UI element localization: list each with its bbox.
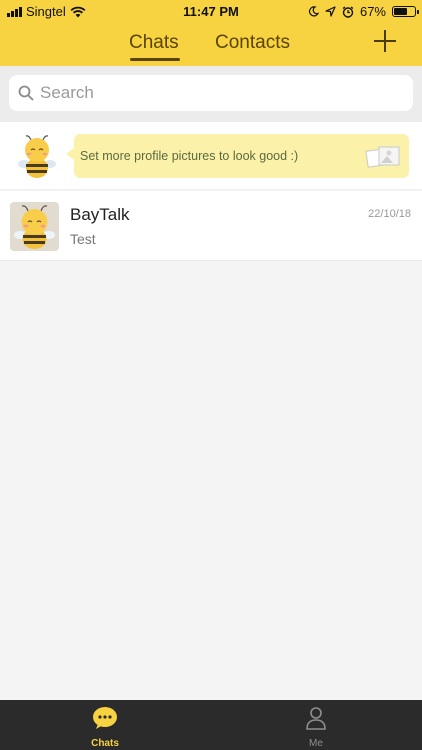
nav-chats-label: Chats — [91, 738, 119, 749]
battery-icon — [392, 6, 419, 17]
photos-icon — [365, 146, 400, 168]
chat-last-message: Test — [70, 231, 96, 247]
status-bar: Singtel 11:47 PM 67% — [0, 0, 422, 22]
profile-tip-row[interactable]: Set more profile pictures to look good :… — [0, 122, 422, 190]
alarm-icon — [342, 5, 354, 18]
location-arrow-icon — [325, 6, 336, 17]
search-icon — [18, 85, 34, 101]
plus-icon[interactable] — [374, 30, 396, 52]
bottom-nav: Chats Me — [0, 700, 422, 750]
search-area — [0, 66, 422, 122]
profile-tip-text: Set more profile pictures to look good :… — [80, 149, 299, 163]
tab-chats[interactable]: Chats — [129, 32, 179, 54]
search-bar[interactable] — [9, 75, 413, 111]
battery-percent: 67% — [359, 4, 386, 19]
status-right: 67% — [308, 4, 419, 19]
active-tab-indicator — [130, 58, 180, 61]
tab-contacts[interactable]: Contacts — [215, 32, 290, 54]
moon-icon — [308, 6, 319, 17]
avatar — [10, 202, 59, 251]
search-input[interactable] — [40, 83, 380, 103]
app-header: Singtel 11:47 PM 67% Chats Contacts — [0, 0, 422, 66]
chat-list-item[interactable]: BayTalk Test 22/10/18 — [0, 191, 422, 261]
chat-date: 22/10/18 — [368, 208, 411, 220]
nav-me-label: Me — [309, 738, 323, 749]
chat-bubble-icon — [93, 707, 117, 729]
bee-mascot-icon — [18, 135, 56, 178]
nav-me[interactable]: Me — [286, 706, 346, 749]
person-icon — [306, 707, 326, 730]
chat-name: BayTalk — [70, 205, 130, 224]
nav-chats[interactable]: Chats — [75, 706, 135, 749]
bee-avatar-icon — [14, 205, 55, 249]
header-tabs: Chats Contacts — [0, 28, 422, 66]
profile-tip-bubble[interactable]: Set more profile pictures to look good :… — [66, 134, 409, 178]
